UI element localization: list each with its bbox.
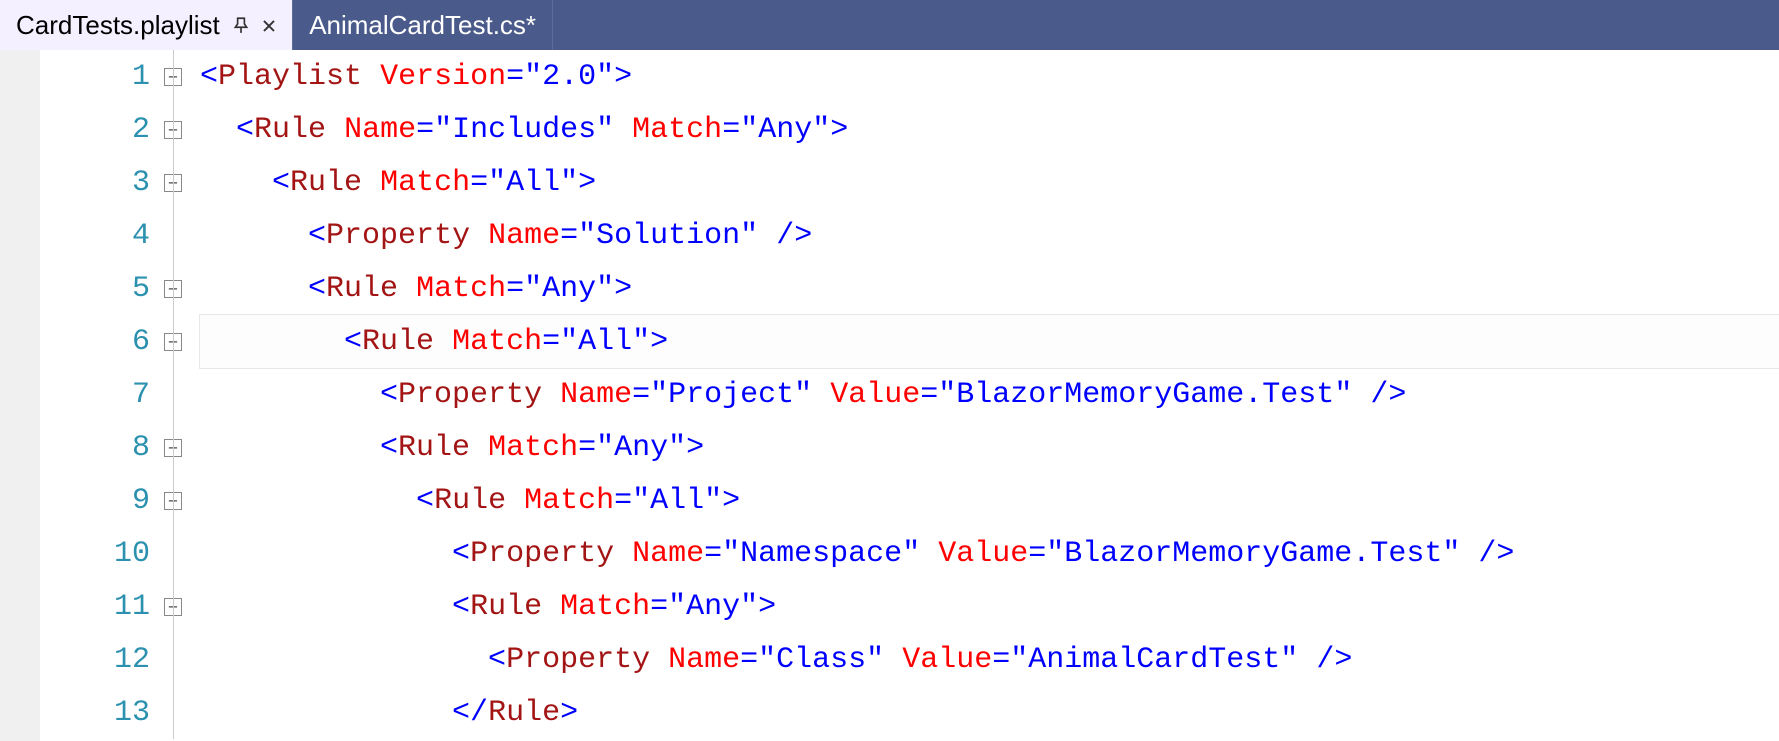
fold-gutter: −−−−−−−− [160,50,200,741]
tab-animalcardtest-cs[interactable]: AnimalCardTest.cs* [293,0,553,50]
line-number: 2 [40,103,150,156]
line-number: 4 [40,209,150,262]
line-number: 9 [40,474,150,527]
fold-cell [160,368,200,421]
tab-bar: CardTests.playlist ✕ AnimalCardTest.cs* [0,0,1779,50]
tab-label: AnimalCardTest.cs* [309,10,536,41]
line-number: 11 [40,580,150,633]
close-icon[interactable]: ✕ [262,11,276,39]
line-number: 3 [40,156,150,209]
code-line[interactable]: <Rule Match="Any"> [200,580,1779,633]
code-area[interactable]: <Playlist Version="2.0"> <Rule Name="Inc… [200,50,1779,741]
code-line[interactable]: <Playlist Version="2.0"> [200,50,1779,103]
line-number: 6 [40,315,150,368]
code-line[interactable]: <Rule Match="All"> [200,315,1779,368]
line-number: 8 [40,421,150,474]
code-line[interactable]: <Rule Match="Any"> [200,262,1779,315]
code-line[interactable]: <Property Name="Namespace" Value="Blazor… [200,527,1779,580]
code-line[interactable]: <Property Name="Project" Value="BlazorMe… [200,368,1779,421]
breakpoint-margin[interactable] [0,50,40,741]
code-line[interactable]: </Rule> [200,686,1779,739]
line-number: 10 [40,527,150,580]
line-number: 5 [40,262,150,315]
code-line[interactable]: <Rule Match="All"> [200,156,1779,209]
fold-cell: − [160,156,200,209]
line-number: 1 [40,50,150,103]
fold-cell: − [160,103,200,156]
fold-cell: − [160,421,200,474]
code-line[interactable]: <Property Name="Class" Value="AnimalCard… [200,633,1779,686]
line-number-gutter: 12345678910111213 [40,50,160,741]
line-number: 13 [40,686,150,739]
tab-cardtests-playlist[interactable]: CardTests.playlist ✕ [0,0,293,50]
fold-cell: − [160,580,200,633]
code-line[interactable]: <Rule Match="Any"> [200,421,1779,474]
code-line[interactable]: <Rule Name="Includes" Match="Any"> [200,103,1779,156]
fold-cell: − [160,262,200,315]
code-line[interactable]: <Property Name="Solution" /> [200,209,1779,262]
fold-cell [160,686,200,739]
fold-cell: − [160,50,200,103]
fold-cell [160,209,200,262]
fold-cell [160,527,200,580]
line-number: 12 [40,633,150,686]
fold-cell: − [160,315,200,368]
fold-cell: − [160,474,200,527]
code-line[interactable]: <Rule Match="All"> [200,474,1779,527]
editor[interactable]: 12345678910111213 −−−−−−−− <Playlist Ver… [0,50,1779,741]
line-number: 7 [40,368,150,421]
tab-label: CardTests.playlist [16,10,220,41]
pin-icon[interactable] [232,16,250,34]
fold-cell [160,633,200,686]
